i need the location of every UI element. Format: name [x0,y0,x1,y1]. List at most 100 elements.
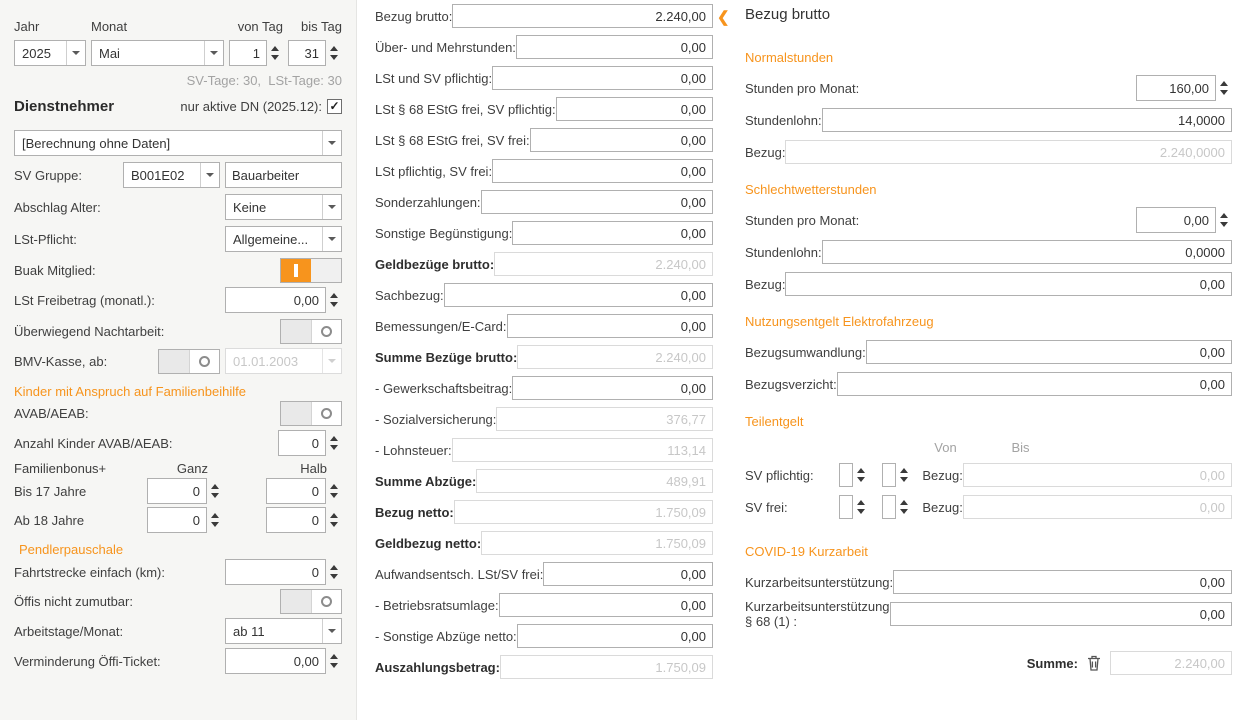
bmv-date-select[interactable]: 01.01.2003 [225,348,342,374]
spin-up-icon[interactable] [271,46,279,51]
bis-tag-stepper[interactable] [288,40,342,66]
spin-down-icon[interactable] [1220,90,1228,95]
sw-bezug-input[interactable] [785,272,1232,296]
anzahl-kinder-stepper[interactable] [278,430,342,456]
lst68-sv-frei-field[interactable] [530,128,713,152]
toggle-off-segment[interactable] [312,590,342,613]
dropdown-arrow-icon[interactable] [322,619,341,643]
spin-down-icon[interactable] [330,663,338,668]
spin-down-icon[interactable] [211,522,219,527]
dropdown-arrow-icon[interactable] [204,41,223,65]
toggle-on-segment[interactable] [281,402,312,425]
toggle-off-segment[interactable] [312,402,342,425]
dropdown-arrow-icon[interactable] [322,131,341,155]
lst-pflichtig-sv-frei-field[interactable] [492,159,713,183]
sv-pflichtig-bis-stepper[interactable] [882,463,912,487]
bis-tag-input[interactable] [288,40,326,66]
spin-down-icon[interactable] [330,55,338,60]
toggle-off-segment[interactable] [190,350,220,373]
spin-down-icon[interactable] [330,574,338,579]
spin-up-icon[interactable] [330,654,338,659]
spin-down-icon[interactable] [330,302,338,307]
jahr-select[interactable]: 2025 [14,40,86,66]
sv-pflichtig-von-input[interactable] [839,463,853,487]
bemessungen-ecard-field[interactable] [507,314,713,338]
dropdown-arrow-icon[interactable] [322,227,341,251]
nur-aktive-checkbox[interactable]: ✓ [327,99,342,114]
dropdown-arrow-icon[interactable] [200,163,219,187]
abschlag-alter-select[interactable]: Keine [225,194,342,220]
sw-stunden-input[interactable] [1136,207,1216,233]
sv-frei-bis-stepper[interactable] [882,495,912,519]
lst68-sv-pflichtig-field[interactable] [556,97,713,121]
spin-up-icon[interactable] [1220,213,1228,218]
bis17-halb-stepper[interactable] [266,478,342,504]
bis17-ganz-input[interactable] [147,478,207,504]
spin-up-icon[interactable] [330,565,338,570]
toggle-off-segment[interactable] [312,320,342,343]
ns-lohn-input[interactable] [822,108,1232,132]
spin-down-icon[interactable] [1220,222,1228,227]
umwandlung-input[interactable] [866,340,1232,364]
fahrtstrecke-input[interactable] [225,559,326,585]
bmv-toggle[interactable] [158,349,220,374]
sv-pflichtig-von-stepper[interactable] [839,463,869,487]
dropdown-arrow-icon[interactable] [66,41,85,65]
lst-freibetrag-input[interactable] [225,287,326,313]
spin-up-icon[interactable] [330,436,338,441]
lst-sv-pflichtig-field[interactable] [492,66,713,90]
lst-freibetrag-stepper[interactable] [225,287,342,313]
sv-pflichtig-bis-input[interactable] [882,463,896,487]
spin-up-icon[interactable] [330,293,338,298]
sw-stunden-stepper[interactable] [1136,207,1232,233]
sonderzahlungen-field[interactable] [481,190,713,214]
spin-up-icon[interactable] [330,513,338,518]
bis17-halb-input[interactable] [266,478,326,504]
sonstige-abzuege-netto-field[interactable] [517,624,713,648]
toggle-on-segment[interactable] [281,259,311,282]
spin-down-icon[interactable] [211,493,219,498]
von-tag-input[interactable] [229,40,267,66]
gewerkschaftsbeitrag-field[interactable] [512,376,713,400]
spin-up-icon[interactable] [857,500,865,505]
ab18-ganz-stepper[interactable] [147,507,223,533]
spin-down-icon[interactable] [900,477,908,482]
verminderung-input[interactable] [225,648,326,674]
spin-up-icon[interactable] [211,484,219,489]
arbeitstage-select[interactable]: ab 11 [225,618,342,644]
sv-gruppe-select[interactable]: B001E02 [123,162,220,188]
ab18-halb-input[interactable] [266,507,326,533]
von-tag-stepper[interactable] [229,40,283,66]
spin-up-icon[interactable] [330,46,338,51]
sv-frei-von-input[interactable] [839,495,853,519]
ns-stunden-input[interactable] [1136,75,1216,101]
lst-pflicht-select[interactable]: Allgemeine... [225,226,342,252]
dropdown-arrow-icon[interactable] [322,195,341,219]
buak-toggle[interactable] [280,258,342,283]
toggle-on-segment[interactable] [159,350,190,373]
spin-up-icon[interactable] [1220,81,1228,86]
spin-down-icon[interactable] [857,509,865,514]
spin-down-icon[interactable] [271,55,279,60]
spin-down-icon[interactable] [330,445,338,450]
spin-down-icon[interactable] [330,493,338,498]
spin-up-icon[interactable] [857,468,865,473]
sachbezug-field[interactable] [444,283,713,307]
spin-up-icon[interactable] [211,513,219,518]
collapse-chevron-icon[interactable]: ❮ [717,8,730,26]
nachtarbeit-toggle[interactable] [280,319,342,344]
monat-select[interactable]: Mai [91,40,224,66]
ns-stunden-stepper[interactable] [1136,75,1232,101]
kurzarbeit-input[interactable] [893,570,1232,594]
verminderung-stepper[interactable] [225,648,342,674]
spin-up-icon[interactable] [900,500,908,505]
spin-down-icon[interactable] [857,477,865,482]
aufwandsentsch-field[interactable] [543,562,713,586]
ab18-ganz-input[interactable] [147,507,207,533]
spin-up-icon[interactable] [900,468,908,473]
spin-down-icon[interactable] [330,522,338,527]
betriebsratsumlage-field[interactable] [499,593,713,617]
bis17-ganz-stepper[interactable] [147,478,223,504]
sv-frei-bis-input[interactable] [882,495,896,519]
toggle-off-segment[interactable] [311,259,341,282]
